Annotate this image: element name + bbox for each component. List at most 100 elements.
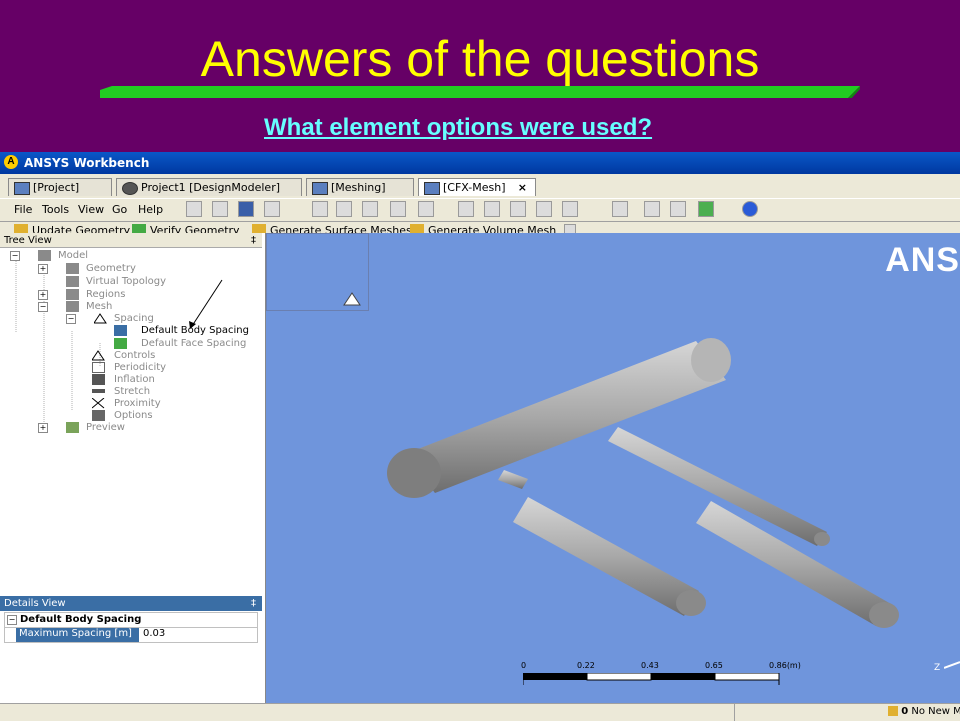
stretch-icon [92,389,105,393]
spacing-icon [93,313,107,324]
message-icon [888,706,898,716]
details-row-maximum-spacing[interactable]: Maximum Spacing [m] 0.03 [4,628,258,643]
tab-meshing[interactable]: [Meshing] [306,178,414,196]
project-icon [14,182,30,195]
options-icon [92,410,105,421]
body-spacing-icon [114,325,127,336]
maximum-spacing-value[interactable]: 0.03 [143,628,165,639]
collapse-icon[interactable]: − [10,251,20,261]
window-titlebar: A ANSYS Workbench [0,152,960,174]
proximity-icon [91,397,105,409]
message-text: No New M [911,706,960,717]
tab-cfx-mesh[interactable]: [CFX-Mesh] × [418,178,536,196]
collapse-icon[interactable]: − [38,302,48,312]
window-title: ANSYS Workbench [24,156,150,170]
details-view-title: Details View [4,598,66,609]
scale-ruler [523,673,780,685]
tab-label: [Meshing] [331,181,386,194]
collapse-icon[interactable]: − [7,615,17,625]
inflation-icon [92,374,105,385]
geometry-icon [66,263,79,274]
close-icon[interactable]: × [518,179,527,197]
tree-label: Stretch [114,386,151,397]
menu-tools[interactable]: Tools [42,203,69,216]
box-zoom-icon[interactable] [390,201,406,217]
collapse-icon[interactable]: − [66,314,76,324]
pin-icon[interactable]: ‡ [251,596,256,611]
tree-label: Controls [114,350,156,361]
ruler-icon[interactable] [670,201,686,217]
zoom-fit-icon[interactable] [418,201,434,217]
virtual-topology-icon [66,276,79,287]
scale-tick: 0.65 [705,661,723,670]
pin-icon[interactable]: ‡ [251,233,256,248]
menu-help[interactable]: Help [138,203,163,216]
status-message: 0 No New M [888,706,960,717]
menu-view[interactable]: View [78,203,104,216]
save-icon[interactable] [238,201,254,217]
expand-icon[interactable]: + [38,423,48,433]
ansys-logo-icon: A [4,155,18,169]
preview-icon [66,422,79,433]
expand-icon[interactable]: + [38,290,48,300]
slide-subtitle: What element options were used? [264,114,653,141]
mesh-display-icon[interactable] [698,201,714,217]
tab-label: [CFX-Mesh] [443,181,506,194]
title-underline-bar [100,86,860,98]
details-table: − Default Body Spacing Maximum Spacing [… [4,612,258,643]
scale-tick: 0 [521,661,527,670]
tab-strip: [Project] Project1 [DesignModeler] [Mesh… [0,174,960,198]
export-icon[interactable] [264,201,280,217]
regions-icon [66,289,79,300]
message-count: 0 [901,706,909,717]
view-top-icon[interactable] [562,201,578,217]
details-view-header: Details View ‡ [0,596,262,611]
select-mode-icon[interactable] [612,201,628,217]
design-modeler-icon [122,182,138,195]
meshing-icon [312,182,328,195]
scale-tick: 0.22 [577,661,595,670]
pan-icon[interactable] [336,201,352,217]
rotate-icon[interactable] [312,201,328,217]
tab-project[interactable]: [Project] [8,178,112,196]
tab-label: Project1 [DesignModeler] [141,181,281,194]
menu-file[interactable]: File [14,203,32,216]
tree-label: Geometry [86,263,136,274]
menu-go[interactable]: Go [112,203,127,216]
status-divider [734,704,735,721]
geometry-model [387,338,899,628]
tree-label: Virtual Topology [86,276,167,287]
tree-label: Proximity [114,398,161,409]
details-group-row[interactable]: − Default Body Spacing [4,612,258,628]
tree-label: Periodicity [114,362,167,373]
print-icon[interactable] [186,201,202,217]
view-front-icon[interactable] [458,201,474,217]
view-back-icon[interactable] [484,201,500,217]
tree-label: Default Face Spacing [141,338,247,349]
graphics-viewport[interactable]: ANS 0 0.22 0.43 0.65 0.86(m) Z [266,233,960,706]
triad-icon[interactable] [644,201,660,217]
tree-label: Options [114,410,153,421]
help-icon[interactable] [742,201,758,217]
print-preview-icon[interactable] [212,201,228,217]
zoom-icon[interactable] [362,201,378,217]
maximum-spacing-label: Maximum Spacing [m] [16,628,139,642]
scale-tick: 0.86(m) [769,661,801,670]
slide-title: Answers of the questions [200,31,760,87]
mesh-icon [66,301,79,312]
details-group-label: Default Body Spacing [20,614,142,625]
tree-label: Default Body Spacing [141,325,249,336]
cfx-mesh-icon [424,182,440,195]
model-icon [38,250,51,261]
scale-tick: 0.43 [641,661,659,670]
expand-icon[interactable]: + [38,264,48,274]
axis-triad-icon [944,661,960,669]
tab-design-modeler[interactable]: Project1 [DesignModeler] [116,178,302,196]
view-right-icon[interactable] [536,201,552,217]
tree-label: Spacing [114,313,154,324]
status-bar: 0 No New M [0,703,960,721]
left-panel: Tree View ‡ − Model + Geometry Virtual T… [0,233,266,703]
ansys-window: A ANSYS Workbench [Project] Project1 [De… [0,152,960,721]
controls-icon [91,350,105,361]
view-left-icon[interactable] [510,201,526,217]
